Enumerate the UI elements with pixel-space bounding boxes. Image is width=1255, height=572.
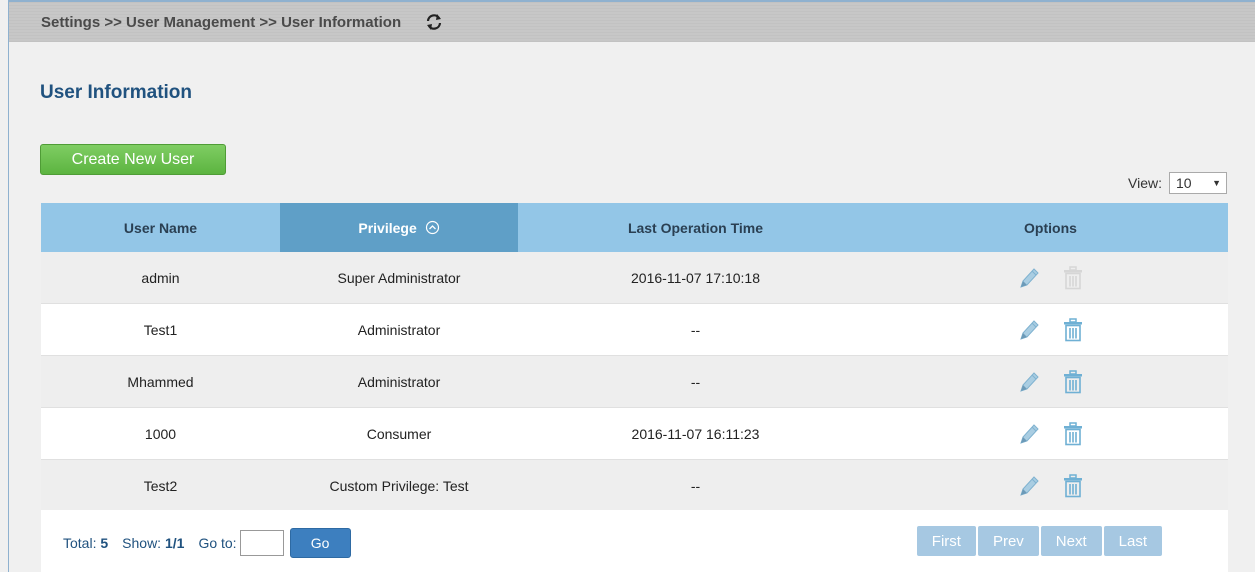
pencil-icon[interactable] (1017, 265, 1041, 291)
user-table: User Name Privilege Last Operation Time … (41, 203, 1228, 512)
cell-options (873, 407, 1228, 460)
cell-last-operation-time: -- (518, 355, 873, 408)
trash-icon[interactable] (1061, 421, 1085, 447)
cell-user-name: Mhammed (41, 355, 280, 408)
trash-icon[interactable] (1061, 317, 1085, 343)
frame-border-left (8, 0, 9, 572)
goto-page-input[interactable] (239, 530, 284, 556)
trash-icon (1061, 265, 1085, 291)
cell-privilege: Administrator (280, 355, 518, 408)
cell-privilege: Administrator (280, 303, 518, 356)
sort-ascending-icon (425, 220, 439, 234)
cell-last-operation-time: 2016-11-07 16:11:23 (518, 407, 873, 460)
show-value: 1/1 (164, 535, 185, 551)
page-title: User Information (40, 82, 193, 103)
table-row: Test1 Administrator -- (41, 303, 1228, 356)
table-row: 1000 Consumer 2016-11-07 16:11:23 (41, 407, 1228, 460)
cell-options (873, 303, 1228, 356)
first-page-button[interactable]: First (916, 526, 976, 556)
cell-user-name: 1000 (41, 407, 280, 460)
table-row: Mhammed Administrator -- (41, 355, 1228, 408)
view-selector: View: 10 ▼ (1128, 172, 1227, 194)
cell-options (873, 459, 1228, 512)
trash-icon[interactable] (1061, 473, 1085, 499)
column-header-user-name[interactable]: User Name (41, 203, 280, 252)
cell-last-operation-time: -- (518, 459, 873, 512)
cell-privilege: Consumer (280, 407, 518, 460)
cell-options (873, 355, 1228, 408)
pencil-icon[interactable] (1017, 473, 1041, 499)
column-header-options: Options (873, 203, 1228, 252)
table-row: admin Super Administrator 2016-11-07 17:10… (41, 252, 1228, 304)
create-new-user-button[interactable]: Create New User (40, 144, 226, 175)
breadcrumb-bar: Settings >> User Management >> User Info… (9, 2, 1255, 42)
next-page-button[interactable]: Next (1040, 526, 1102, 556)
column-header-privilege-label: Privilege (358, 219, 417, 236)
cell-privilege: Custom Privilege: Test (280, 459, 518, 512)
cell-options (873, 252, 1228, 304)
goto-label: Go to: (198, 535, 237, 551)
view-count-value: 10 (1176, 175, 1192, 191)
column-header-last-operation-time[interactable]: Last Operation Time (518, 203, 873, 252)
show-label: Show: (122, 535, 162, 551)
column-header-privilege[interactable]: Privilege (280, 203, 518, 252)
last-page-button[interactable]: Last (1103, 526, 1162, 556)
breadcrumb: Settings >> User Management >> User Info… (41, 13, 402, 31)
chevron-down-icon: ▼ (1212, 178, 1221, 188)
cell-privilege: Super Administrator (280, 252, 518, 304)
total-value: 5 (100, 535, 109, 551)
pager: First Prev Next Last (916, 526, 1162, 556)
pencil-icon[interactable] (1017, 317, 1041, 343)
cell-user-name: admin (41, 252, 280, 304)
total-label: Total: (63, 535, 97, 551)
cell-user-name: Test2 (41, 459, 280, 512)
view-count-select[interactable]: 10 ▼ (1169, 172, 1227, 194)
pencil-icon[interactable] (1017, 369, 1041, 395)
cell-user-name: Test1 (41, 303, 280, 356)
pencil-icon[interactable] (1017, 421, 1041, 447)
refresh-icon[interactable] (423, 11, 445, 33)
table-row: Test2 Custom Privilege: Test -- (41, 459, 1228, 512)
cell-last-operation-time: 2016-11-07 17:10:18 (518, 252, 873, 304)
prev-page-button[interactable]: Prev (977, 526, 1039, 556)
view-label: View: (1128, 175, 1162, 191)
table-footer: Total: 5 Show: 1/1 Go to: Go First Prev … (41, 510, 1228, 572)
go-button[interactable]: Go (289, 528, 351, 558)
trash-icon[interactable] (1061, 369, 1085, 395)
cell-last-operation-time: -- (518, 303, 873, 356)
